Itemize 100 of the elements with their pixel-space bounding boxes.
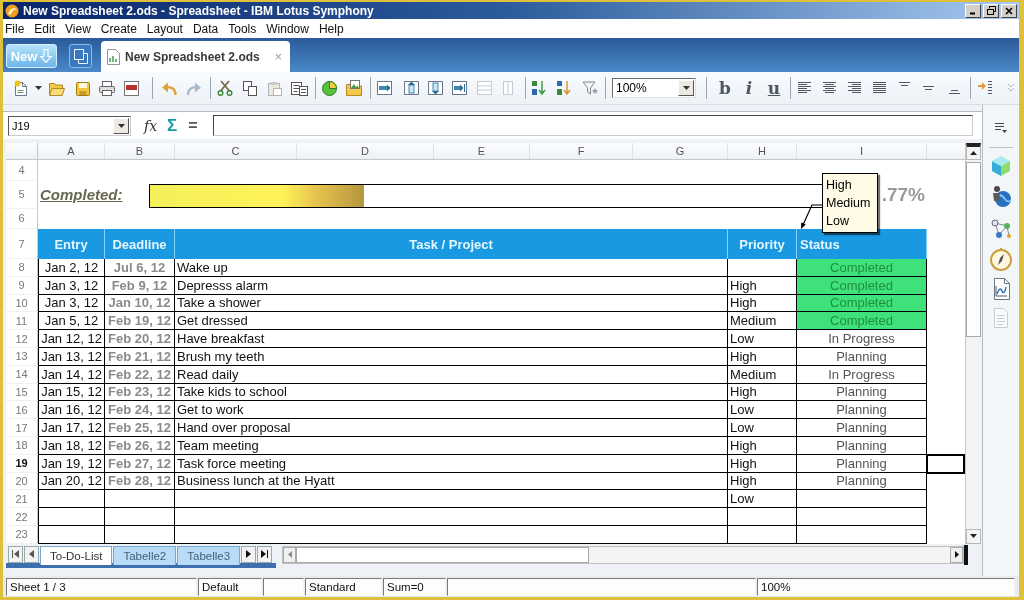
restore-button[interactable] [983,3,999,18]
align-right-icon[interactable] [848,82,861,94]
table-row-icon[interactable] [452,81,467,95]
menu-item[interactable]: Help [318,21,344,36]
function-wizard-button[interactable]: fx [142,117,160,134]
menu-item[interactable]: Window [266,21,309,36]
sheet-tab[interactable]: Tabelle2 [113,545,177,565]
save-icon[interactable] [76,80,90,96]
bold-button[interactable]: b [718,77,732,99]
menu-item[interactable]: Edit [34,21,56,36]
menu-item[interactable]: File [5,21,25,36]
table-row-icon[interactable] [377,81,392,95]
sort-descending-icon[interactable] [556,80,571,96]
justify-icon[interactable] [873,82,886,94]
row-header[interactable]: 14 [6,365,38,384]
clipboard-icon[interactable] [267,80,282,96]
row-header[interactable]: 19 [6,454,38,473]
formula-input-field[interactable] [212,115,973,136]
caret-icon[interactable] [35,86,42,90]
row-header[interactable]: 10 [6,294,38,313]
column-header[interactable]: G [633,143,728,159]
clipboard-document-icon[interactable] [291,80,308,96]
column-header[interactable]: A [38,143,105,159]
align-center-icon[interactable] [823,82,836,94]
pdf-document-icon[interactable] [124,80,139,96]
align-left-icon[interactable] [798,82,811,94]
scroll-thumb[interactable] [966,162,981,337]
person-globe-icon[interactable] [990,185,1012,209]
row-header[interactable]: 18 [6,436,38,455]
scroll-up-button[interactable] [966,143,981,160]
network-icon[interactable] [991,219,1011,239]
compass-icon[interactable] [990,247,1012,271]
column-header[interactable]: E [434,143,530,159]
scroll-thumb[interactable] [296,546,589,563]
menu-item[interactable]: View [65,21,91,36]
column-header[interactable]: D [297,143,434,159]
sheet-tab[interactable]: To-Do-List [40,545,113,565]
scroll-right-button[interactable] [950,546,963,563]
curve-document-icon[interactable] [991,277,1011,301]
pie-chart-icon[interactable] [322,80,337,96]
minimize-button[interactable] [965,3,981,18]
first-sheet-button[interactable] [8,545,23,563]
next-sheet-button[interactable] [241,545,257,563]
list-menu-icon[interactable] [995,122,1007,134]
sheet-tab[interactable]: Tabelle3 [177,545,241,565]
indent-icon[interactable] [978,80,992,96]
copy-icon[interactable] [243,80,257,96]
scissors-icon[interactable] [217,80,233,96]
menu-item[interactable]: Tools [228,21,257,36]
sort-ascending-icon[interactable] [531,80,546,96]
menu-item[interactable]: Data [192,21,219,36]
row-header[interactable]: 17 [6,419,38,437]
status-cell: In Progress [797,365,927,384]
menu-item[interactable]: Layout [146,21,183,36]
previous-sheet-button[interactable] [24,545,39,563]
row-header[interactable]: 16 [6,401,38,420]
filter-icon[interactable] [582,80,599,96]
folder-icon[interactable] [49,80,65,96]
underline-button[interactable]: u [767,77,781,99]
dropdown-option[interactable]: Low [826,212,877,230]
row-header[interactable]: 11 [6,312,38,331]
formula-button[interactable]: = [186,116,200,135]
column-header[interactable]: B [105,143,175,159]
row-header[interactable]: 6 [6,208,38,229]
table-column-icon[interactable] [404,81,419,95]
last-sheet-button[interactable] [257,545,273,563]
column-header[interactable]: C [175,143,297,159]
new-document-icon[interactable] [14,80,28,96]
printer-icon[interactable] [99,80,115,96]
date-cell: Jan 17, 12 [38,419,105,437]
row-header[interactable]: 5 [6,180,38,209]
scroll-left-button[interactable] [283,546,296,563]
column-header[interactable]: F [530,143,633,159]
row-header[interactable]: 21 [6,490,38,509]
row-header[interactable]: 9 [6,276,38,295]
row-header[interactable]: 12 [6,330,38,348]
splitter-handle[interactable] [964,544,968,565]
document-tab[interactable]: New Spreadsheet 2.ods × [101,41,290,72]
zoom-dropdown[interactable]: 100% [612,78,696,98]
dropdown-option[interactable]: High [826,176,877,194]
column-header[interactable]: I [797,143,927,159]
image-folder-icon[interactable] [346,80,362,96]
dropdown-button[interactable] [678,80,694,96]
row-header[interactable]: 13 [6,348,38,366]
table-column-icon[interactable] [428,81,443,95]
dropdown-button[interactable] [113,117,129,134]
close-button[interactable] [1001,3,1017,18]
menu-item[interactable]: Create [100,21,137,36]
name-box-field[interactable]: J19 [8,115,131,136]
row-header[interactable]: 8 [6,259,38,277]
row-header[interactable]: 15 [6,383,38,402]
italic-button[interactable]: i [742,77,756,99]
row-header[interactable]: 22 [6,508,38,526]
column-header[interactable]: H [728,143,797,159]
scroll-down-button[interactable] [966,528,981,544]
row-header[interactable]: 4 [6,160,38,181]
pages-button[interactable] [69,44,92,68]
dropdown-option[interactable]: Medium [826,194,877,212]
row-header[interactable]: 23 [6,525,38,544]
row-header[interactable]: 20 [6,472,38,491]
